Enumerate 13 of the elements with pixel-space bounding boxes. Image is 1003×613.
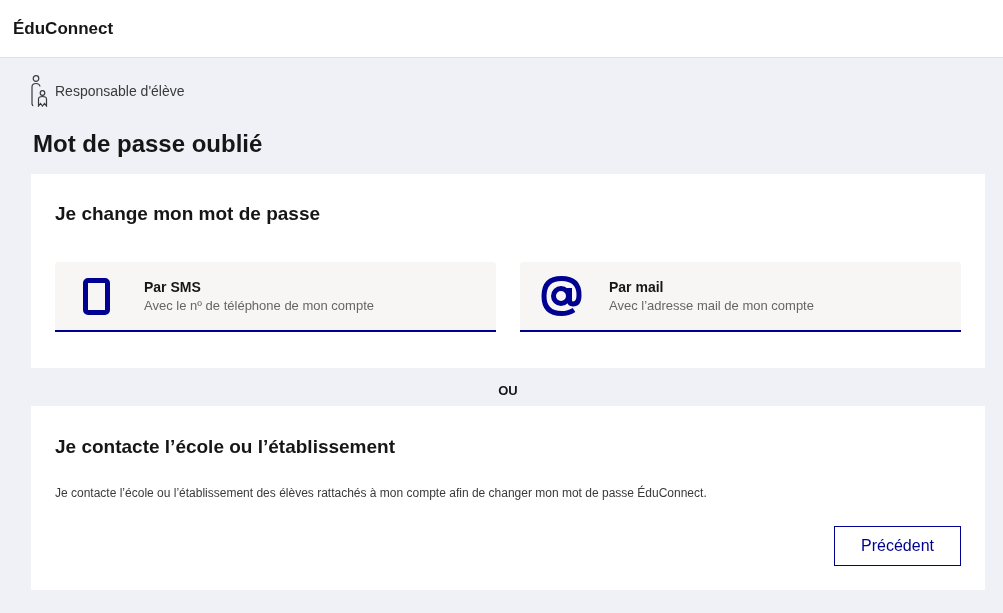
separator-label: OU bbox=[498, 383, 518, 399]
site-title: ÉduConnect bbox=[13, 17, 114, 40]
profile-label: Responsable d'élève bbox=[55, 82, 185, 100]
option-tile[interactable]: Par SMS Avec le nº de téléphone de mon compte bbox=[55, 262, 496, 332]
option-tile[interactable]: Par mail Avec l’adresse mail de mon compte bbox=[520, 262, 961, 332]
at-sign-icon bbox=[541, 276, 582, 316]
page-title: Mot de passe oublié bbox=[33, 129, 263, 159]
section-title: Je contacte l’école ou l’établissement bbox=[55, 435, 395, 459]
previous-button[interactable]: Précédent bbox=[834, 526, 961, 566]
phone-icon bbox=[83, 277, 110, 315]
people-icon bbox=[31, 75, 48, 107]
section-title: Je change mon mot de passe bbox=[55, 202, 321, 226]
contact-description: Je contacte l’école ou l’établissement des élèves rattachés à mon compte afin de changer mon mot de passe ÉduConnect. bbox=[55, 484, 707, 502]
